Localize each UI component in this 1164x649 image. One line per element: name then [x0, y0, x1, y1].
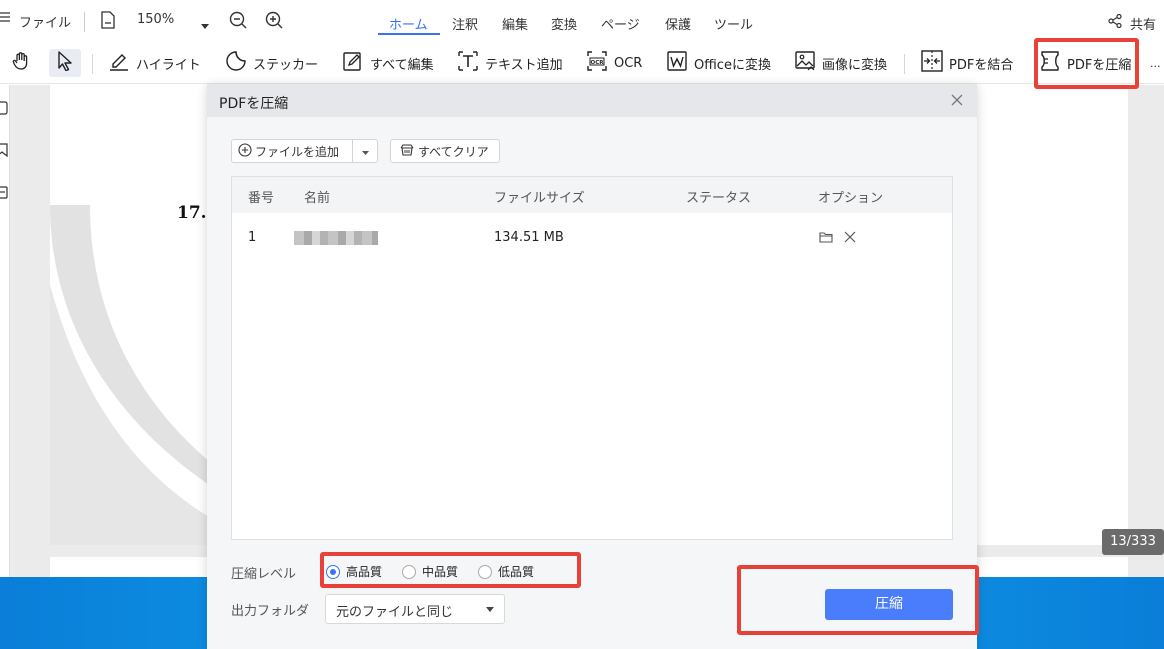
add-text-label: テキスト追加 [485, 57, 563, 73]
ocr-icon: OCR [586, 50, 608, 76]
tab-annotate[interactable]: 注釈 [452, 14, 478, 33]
add-file-label: ファイルを追加 [255, 144, 340, 159]
column-name: 名前 [304, 191, 331, 206]
output-folder-value: 元のファイルと同じ [336, 605, 454, 620]
menu-divider [84, 12, 85, 32]
page-counter: 13/333 [1102, 529, 1164, 555]
column-number: 番号 [248, 191, 275, 206]
tab-protect[interactable]: 保護 [665, 14, 691, 33]
highlight-box-compression-level [320, 552, 581, 588]
file-menu[interactable]: ファイル [19, 12, 71, 31]
comment-icon[interactable] [0, 186, 8, 204]
chevron-down-icon [361, 144, 369, 159]
highlighter-icon [108, 50, 130, 76]
convert-image-label: 画像に変換 [822, 57, 888, 73]
output-folder-label: 出力フォルダ [231, 604, 310, 619]
zoom-dropdown-icon[interactable] [201, 18, 209, 33]
merge-pdf-tool[interactable]: PDFを結合 [921, 49, 1013, 77]
hamburger-icon[interactable] [0, 10, 12, 28]
menu-bar: ファイル 150% ホーム 注釈 編集 変換 ページ 保護 ツール 共有 [0, 0, 1164, 42]
toolbar-divider [904, 54, 905, 74]
zoom-value[interactable]: 150% [137, 12, 174, 27]
ocr-label: OCR [614, 55, 643, 71]
row-file-size: 134.51 MB [494, 230, 564, 245]
page-text-fragment: 17. [177, 203, 207, 223]
word-icon [666, 50, 688, 76]
dialog-header: PDFを圧縮 [207, 84, 977, 117]
column-status: ステータス [686, 191, 752, 206]
svg-text:OCR: OCR [591, 60, 605, 66]
text-add-icon [457, 50, 479, 76]
edit-icon [342, 50, 364, 76]
output-folder-select[interactable]: 元のファイルと同じ [325, 594, 505, 624]
left-sidebar [0, 85, 10, 577]
tab-convert[interactable]: 変換 [551, 14, 577, 33]
share-icon[interactable] [1108, 13, 1122, 32]
plus-circle-icon [238, 142, 252, 160]
table-header: 番号 名前 ファイルサイズ ステータス オプション [232, 177, 952, 213]
edit-all-label: すべて編集 [370, 57, 434, 73]
thumbnail-icon[interactable] [0, 101, 8, 119]
clear-all-button[interactable]: すべてクリア [390, 139, 500, 163]
page-view-icon[interactable] [100, 11, 116, 33]
remove-file-icon[interactable] [843, 230, 857, 244]
hand-icon [11, 51, 31, 75]
tab-edit[interactable]: 編集 [502, 14, 528, 33]
table-row[interactable]: 1 134.51 MB [232, 213, 952, 261]
dialog-title: PDFを圧縮 [219, 96, 289, 112]
add-text-tool[interactable]: テキスト追加 [457, 49, 563, 77]
toolbar: ハイライト ステッカー すべて編集 テキスト追加 OCR OCR Officeに… [0, 42, 1164, 84]
highlight-box-compress-tool [1034, 38, 1139, 89]
cursor-arrow-icon [57, 51, 73, 75]
zoom-out-icon[interactable] [229, 11, 247, 33]
more-tools-button[interactable]: ... [1150, 49, 1161, 77]
tab-tools[interactable]: ツール [714, 14, 753, 33]
hand-tool[interactable] [5, 49, 37, 77]
chevron-down-icon [486, 607, 494, 612]
clear-all-label: すべてクリア [418, 144, 489, 159]
select-tool[interactable] [49, 49, 81, 77]
add-file-split-button: ファイルを追加 [231, 139, 378, 163]
tab-home[interactable]: ホーム [389, 14, 428, 33]
bookmark-icon[interactable] [0, 143, 8, 161]
close-icon[interactable] [949, 92, 965, 108]
active-tab-indicator [378, 33, 440, 35]
column-file-size: ファイルサイズ [494, 191, 585, 206]
highlight-label: ハイライト [136, 57, 201, 73]
tab-page[interactable]: ページ [601, 14, 640, 33]
highlight-tool[interactable]: ハイライト [108, 49, 201, 77]
convert-office-tool[interactable]: Officeに変換 [666, 49, 771, 77]
merge-icon [921, 50, 943, 76]
highlight-box-compress-button [737, 565, 979, 635]
convert-office-label: Officeに変換 [694, 57, 771, 73]
compression-level-label: 圧縮レベル [231, 567, 297, 582]
folder-icon[interactable] [819, 230, 833, 244]
row-number: 1 [248, 230, 257, 245]
edit-all-tool[interactable]: すべて編集 [342, 49, 434, 77]
file-table: 番号 名前 ファイルサイズ ステータス オプション 1 134.51 MB [231, 176, 953, 540]
merge-pdf-label: PDFを結合 [949, 57, 1014, 73]
trash-icon [400, 143, 414, 160]
sticker-icon [225, 50, 247, 76]
sticker-label: ステッカー [253, 57, 319, 73]
share-button[interactable]: 共有 [1130, 14, 1156, 33]
blurred-file-name [294, 231, 378, 245]
zoom-in-icon[interactable] [265, 11, 283, 33]
add-file-dropdown[interactable] [353, 140, 377, 162]
convert-image-tool[interactable]: 画像に変換 [794, 49, 887, 77]
add-file-button[interactable]: ファイルを追加 [232, 140, 353, 162]
ocr-tool[interactable]: OCR OCR [586, 49, 642, 77]
sticker-tool[interactable]: ステッカー [225, 49, 318, 77]
toolbar-divider [92, 54, 93, 74]
column-options: オプション [818, 191, 884, 206]
image-icon [794, 50, 816, 76]
